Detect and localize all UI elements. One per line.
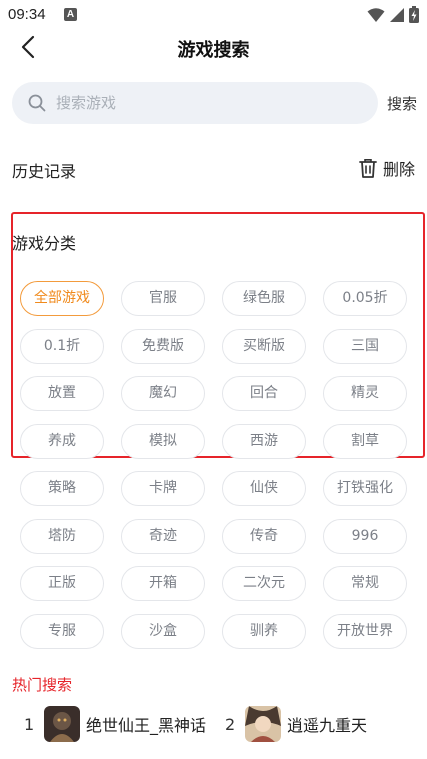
game-thumbnail [245,706,281,742]
cellular-signal-icon [390,7,404,22]
category-tag[interactable]: 0.05折 [323,281,407,316]
category-tag[interactable]: 魔幻 [121,376,205,411]
category-tag[interactable]: 放置 [20,376,104,411]
hot-game-name: 绝世仙王_黑神话 [86,716,207,735]
category-tag[interactable]: 绿色服 [222,281,306,316]
hot-search-item[interactable]: 1 绝世仙王_黑神话 [24,706,206,742]
category-tag[interactable]: 回合 [222,376,306,411]
category-title: 游戏分类 [12,234,77,253]
battery-icon [409,6,419,23]
history-title: 历史记录 [12,162,77,181]
category-tag[interactable]: 正版 [20,566,104,601]
category-tag[interactable]: 沙盒 [121,614,205,649]
category-tag[interactable]: 养成 [20,424,104,459]
delete-label: 删除 [382,160,415,179]
category-tag[interactable]: 三国 [323,329,407,364]
category-tag[interactable]: 西游 [222,424,306,459]
category-tag[interactable]: 模拟 [121,424,205,459]
game-thumbnail [44,706,80,742]
history-section: 历史记录 删除 [12,156,415,182]
category-tag[interactable]: 专服 [20,614,104,649]
category-tag[interactable]: 打铁强化 [323,471,407,506]
trash-icon [359,159,377,178]
category-tag[interactable]: 0.1折 [20,329,104,364]
category-tag[interactable]: 策略 [20,471,104,506]
delete-history-button[interactable]: 删除 [359,156,415,180]
search-box[interactable] [12,82,378,124]
status-time: 09:34 [8,6,46,23]
category-tag[interactable]: 卡牌 [121,471,205,506]
hot-search-item[interactable]: 2 逍遥九重天 [225,706,367,742]
search-input[interactable] [56,82,356,124]
category-tag[interactable]: 二次元 [222,566,306,601]
category-tag[interactable]: 奇迹 [121,519,205,554]
category-tag[interactable]: 996 [323,519,407,554]
search-icon [28,94,46,112]
nav-bar: 游戏搜索 [0,30,427,64]
status-icons [367,6,419,23]
category-tag[interactable]: 开放世界 [323,614,407,649]
category-tag[interactable]: 全部游戏 [20,281,104,316]
category-tag[interactable]: 免费版 [121,329,205,364]
category-tag[interactable]: 开箱 [121,566,205,601]
wifi-icon [367,7,385,22]
search-row: 搜索 [12,82,417,124]
category-tag[interactable]: 精灵 [323,376,407,411]
hot-search-title: 热门搜索 [12,676,73,694]
hot-rank: 2 [225,714,236,734]
category-tag[interactable]: 塔防 [20,519,104,554]
notification-app-icon: A [64,8,77,21]
category-tag[interactable]: 买断版 [222,329,306,364]
page-title: 游戏搜索 [177,40,250,61]
category-tag[interactable]: 割草 [323,424,407,459]
category-tag[interactable]: 传奇 [222,519,306,554]
category-tag[interactable]: 常规 [323,566,407,601]
status-bar: 09:34 A [0,0,427,30]
hot-game-name: 逍遥九重天 [287,716,368,735]
search-button[interactable]: 搜索 [387,93,417,114]
category-tag[interactable]: 官服 [121,281,205,316]
category-tag[interactable]: 驯养 [222,614,306,649]
hot-rank: 1 [24,714,35,734]
category-tag[interactable]: 仙侠 [222,471,306,506]
